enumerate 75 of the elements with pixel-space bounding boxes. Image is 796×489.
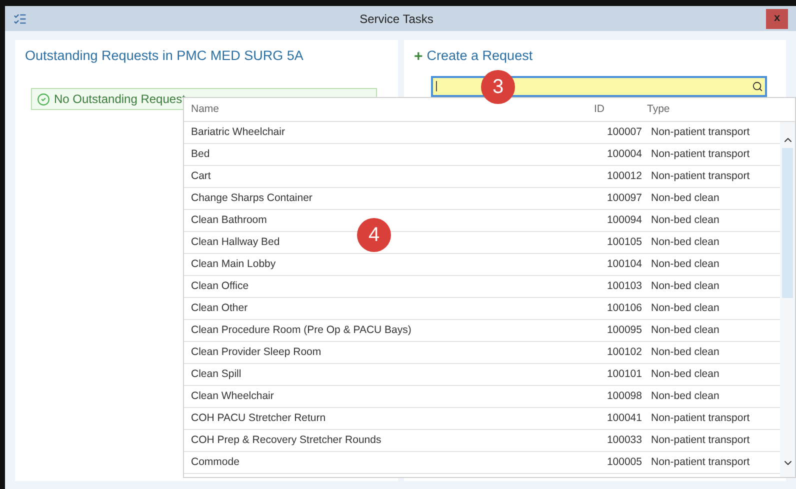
task-type: Non-patient transport bbox=[650, 146, 750, 162]
task-id: 100004 bbox=[606, 146, 642, 162]
scrollbar[interactable] bbox=[780, 122, 795, 477]
result-row[interactable]: Clean Office 100103 Non-bed clean bbox=[184, 276, 780, 298]
task-type: Non-patient transport bbox=[650, 454, 750, 470]
task-id: 100012 bbox=[606, 168, 642, 184]
task-id: 100106 bbox=[606, 300, 642, 316]
task-type: Non-bed clean bbox=[650, 190, 720, 206]
task-type: Non-patient transport bbox=[650, 410, 750, 426]
task-id: 100095 bbox=[606, 322, 642, 338]
task-id: 100101 bbox=[606, 366, 642, 382]
search-value: | bbox=[435, 81, 438, 92]
task-type: Non-bed clean bbox=[650, 278, 720, 294]
result-row[interactable]: Clean Procedure Room (Pre Op & PACU Bays) 100095 Non-bed clean bbox=[184, 320, 780, 342]
task-id: 100094 bbox=[606, 212, 642, 228]
task-type: Non-bed clean bbox=[650, 256, 720, 272]
task-id: 100098 bbox=[606, 388, 642, 404]
result-row[interactable]: Clean Provider Sleep Room 100102 Non-bed clean bbox=[184, 342, 780, 364]
task-name: Clean Spill bbox=[190, 366, 242, 382]
result-row[interactable]: Clean Spill 100101 Non-bed clean bbox=[184, 364, 780, 386]
result-row[interactable]: Bariatric Wheelchair 100007 Non-patient transport bbox=[184, 122, 780, 144]
task-id: 100007 bbox=[606, 124, 642, 140]
task-name: Change Sharps Container bbox=[190, 190, 314, 206]
result-row[interactable]: COH PACU Stretcher Return 100041 Non-patient transport bbox=[184, 408, 780, 430]
task-type: Non-bed clean bbox=[650, 366, 720, 382]
task-type: Non-bed clean bbox=[650, 322, 720, 338]
task-type: Non-bed clean bbox=[650, 300, 720, 316]
task-id: 100103 bbox=[606, 278, 642, 294]
column-header: ID bbox=[593, 102, 606, 117]
task-name: COH PACU Stretcher Return bbox=[190, 410, 327, 426]
task-name: Bariatric Wheelchair bbox=[190, 124, 286, 140]
task-name: Cart bbox=[190, 168, 212, 184]
search-icon bbox=[752, 81, 763, 92]
task-name: Clean Other bbox=[190, 300, 249, 316]
result-row[interactable]: Clean Other 100106 Non-bed clean bbox=[184, 298, 780, 320]
check-icon bbox=[37, 92, 50, 106]
result-row[interactable]: Change Sharps Container 100097 Non-bed clean bbox=[184, 188, 780, 210]
result-row[interactable]: COH Prep & Recovery Stretcher Rounds 100033 Non-patient transport bbox=[184, 430, 780, 452]
result-row[interactable]: Bed 100004 Non-patient transport bbox=[184, 144, 780, 166]
checklist-icon bbox=[13, 12, 27, 26]
panel-title: Create a Request bbox=[426, 47, 533, 65]
task-id: 100005 bbox=[606, 454, 642, 470]
task-id: 100105 bbox=[606, 234, 642, 250]
task-id: 100041 bbox=[606, 410, 642, 426]
task-name: Commode bbox=[190, 454, 240, 470]
scroll-thumb[interactable] bbox=[782, 148, 793, 298]
task-name: Clean Procedure Room (Pre Op & PACU Bays) bbox=[190, 322, 412, 338]
plus-icon: + bbox=[414, 48, 423, 64]
task-type: Non-bed clean bbox=[650, 388, 720, 404]
task-type: Non-bed clean bbox=[650, 234, 720, 250]
task-type: Non-bed clean bbox=[650, 212, 720, 228]
task-type: Non-patient transport bbox=[650, 168, 750, 184]
column-header: Type bbox=[646, 102, 670, 117]
task-type: Non-patient transport bbox=[650, 124, 750, 140]
task-name: Clean Wheelchair bbox=[190, 388, 275, 404]
result-row[interactable]: Clean Main Lobby 100104 Non-bed clean bbox=[184, 254, 780, 276]
task-name: Clean Provider Sleep Room bbox=[190, 344, 322, 360]
column-header: Name bbox=[190, 102, 220, 117]
task-type: Non-patient transport bbox=[650, 432, 750, 448]
task-name: COH Prep & Recovery Stretcher Rounds bbox=[190, 432, 382, 448]
task-name: Clean Office bbox=[190, 278, 250, 294]
task-name: Clean Main Lobby bbox=[190, 256, 277, 272]
task-id: 100102 bbox=[606, 344, 642, 360]
panel-title: Outstanding Requests in PMC MED SURG 5A bbox=[25, 47, 304, 65]
task-id: 100097 bbox=[606, 190, 642, 206]
task-name: Clean Bathroom bbox=[190, 212, 268, 228]
task-id: 100104 bbox=[606, 256, 642, 272]
task-name: Bed bbox=[190, 146, 211, 162]
task-type: Non-bed clean bbox=[650, 344, 720, 360]
result-row[interactable]: Commode 100005 Non-patient transport bbox=[184, 452, 780, 474]
window-title: Service Tasks bbox=[360, 10, 434, 28]
result-row[interactable]: Clean Wheelchair 100098 Non-bed clean bbox=[184, 386, 780, 408]
task-id: 100033 bbox=[606, 432, 642, 448]
result-row[interactable]: Cart 100012 Non-patient transport bbox=[184, 166, 780, 188]
task-name: Clean Hallway Bed bbox=[190, 234, 281, 250]
